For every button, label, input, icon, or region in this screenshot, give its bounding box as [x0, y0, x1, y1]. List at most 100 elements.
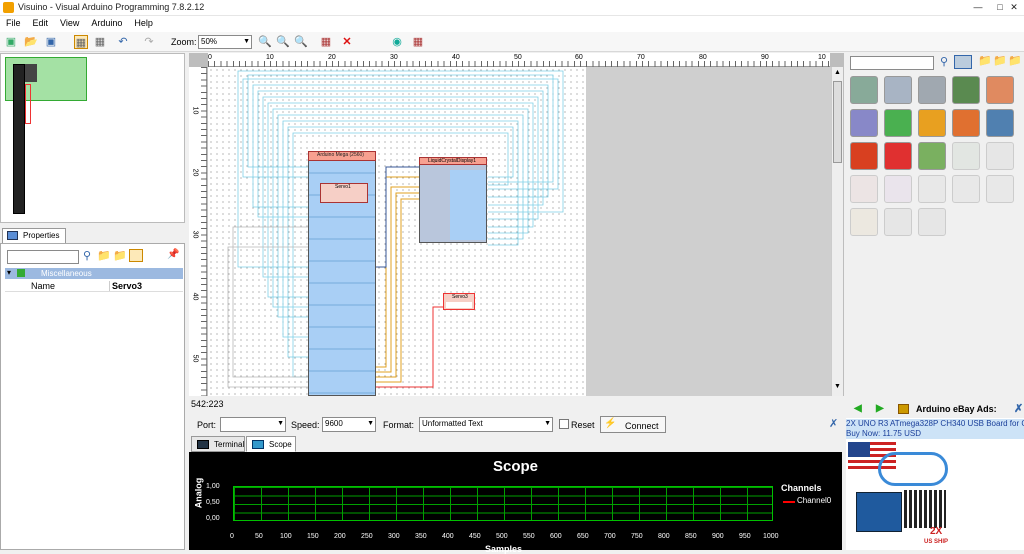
close-ads-icon[interactable]: ✗: [1014, 402, 1023, 415]
tab-scope[interactable]: Scope: [246, 436, 296, 452]
group-expand-icon[interactable]: ▾: [7, 268, 11, 277]
arrow-right-icon[interactable]: ▶: [876, 403, 884, 414]
palette-robotics[interactable]: [884, 76, 912, 104]
palette-digital[interactable]: [884, 142, 912, 170]
lcd-component[interactable]: LiquidCrystalDisplay1: [419, 157, 487, 243]
folder-add-icon[interactable]: 📁: [113, 249, 127, 262]
speed-select[interactable]: 9600 ▼: [322, 417, 376, 432]
open-file-icon[interactable]: 📂: [24, 35, 38, 49]
property-row[interactable]: Name Servo3: [5, 280, 183, 292]
minimize-button[interactable]: —: [966, 0, 990, 15]
format-select[interactable]: Unformatted Text ▼: [419, 417, 553, 432]
port-label: Port:: [197, 420, 217, 430]
close-panel-icon[interactable]: ✗: [829, 417, 838, 430]
menu-file[interactable]: File: [0, 16, 27, 30]
folder-icon[interactable]: 📁: [97, 249, 111, 262]
scope-x-tick: 100: [280, 533, 292, 540]
zoom-in-icon[interactable]: 🔍: [258, 35, 272, 49]
palette-remote[interactable]: [952, 109, 980, 137]
sort-icon[interactable]: [129, 249, 143, 262]
grid-icon[interactable]: ▦: [93, 35, 107, 49]
reset-checkbox[interactable]: [559, 419, 569, 429]
palette-signal[interactable]: [850, 142, 878, 170]
palette-view-icon[interactable]: [954, 55, 972, 69]
channel0-label[interactable]: Channel0: [797, 496, 831, 505]
palette-search-input[interactable]: [850, 56, 934, 70]
palette-disabled-1: [952, 142, 980, 170]
ad-ship-label: US SHIP: [924, 539, 949, 545]
palette-keypad[interactable]: [918, 76, 946, 104]
folder-add-icon[interactable]: 📁: [993, 54, 1007, 67]
zoom-select[interactable]: 50% ▼: [198, 35, 252, 49]
group-label: Miscellaneous: [41, 269, 92, 278]
zoom-fit-icon[interactable]: 🔍: [294, 35, 308, 49]
folder-icon[interactable]: 📁: [978, 54, 992, 67]
component-icon[interactable]: ▦: [319, 35, 333, 49]
palette-math[interactable]: [918, 142, 946, 170]
arduino-title: Arduino Mega (2560): [317, 152, 364, 158]
board-icon[interactable]: ▦: [411, 35, 425, 49]
menu-view[interactable]: View: [54, 16, 85, 30]
folder-open-icon[interactable]: 📁: [1008, 54, 1022, 67]
reset-label: Reset: [571, 420, 595, 430]
pin-icon[interactable]: 📌: [167, 249, 179, 260]
delete-icon[interactable]: ✕: [340, 35, 354, 49]
design-sheet[interactable]: Arduino Mega (2560) Servo1 LiquidCrystal…: [208, 67, 586, 396]
scope-y-axis-label: Analog: [193, 477, 204, 509]
tab-properties[interactable]: Properties: [2, 228, 66, 243]
scope-plot[interactable]: [233, 486, 773, 521]
lcd-pins: [450, 170, 486, 240]
servo3-component[interactable]: Servo3: [443, 293, 475, 310]
ad-image[interactable]: 2X US SHIP: [848, 442, 954, 550]
close-button[interactable]: ✕: [1004, 0, 1024, 15]
layout-icon[interactable]: ▦: [74, 35, 88, 49]
palette-disabled-7: [986, 175, 1014, 203]
connect-button[interactable]: ⚡ Connect: [600, 416, 666, 433]
palette-disabled-10: [918, 208, 946, 236]
canvas-scrollbar[interactable]: ▲ ▼: [831, 67, 843, 396]
new-file-icon[interactable]: ▣: [4, 35, 18, 49]
palette-boards[interactable]: [952, 76, 980, 104]
port-select[interactable]: ▼: [220, 417, 286, 432]
palette-display[interactable]: [986, 109, 1014, 137]
property-group[interactable]: ▾ Miscellaneous: [5, 268, 183, 279]
filter-icon[interactable]: ⚲: [940, 55, 948, 68]
zoom-label: Zoom:: [171, 37, 197, 47]
properties-search-input[interactable]: [7, 250, 79, 264]
scroll-thumb[interactable]: [833, 81, 842, 163]
palette-motors[interactable]: [884, 109, 912, 137]
flag-canton: [848, 442, 870, 457]
property-value[interactable]: Servo3: [109, 281, 142, 291]
scope-x-tick: 0: [230, 533, 234, 540]
save-icon[interactable]: ▣: [44, 35, 58, 49]
tab-terminal[interactable]: Terminal: [191, 436, 245, 452]
scroll-down-icon[interactable]: ▼: [834, 383, 841, 390]
ad-price[interactable]: Buy Now: 11.75 USD: [846, 429, 1024, 439]
properties-panel: ⚲ 📁 📁 📌 ▾ Miscellaneous Name Servo3: [0, 243, 185, 550]
palette-text[interactable]: [986, 76, 1014, 104]
scope-x-tick: 500: [496, 533, 508, 540]
ebay-ad[interactable]: 2X UNO R3 ATmega328P CH340 USB Board for…: [846, 418, 1024, 550]
arduino-upload-icon[interactable]: ◉: [390, 35, 404, 49]
menu-edit[interactable]: Edit: [27, 16, 55, 30]
palette-timing[interactable]: [918, 109, 946, 137]
wires: [227, 70, 564, 388]
scope-x-axis-label: Samples: [485, 544, 523, 554]
palette-motion[interactable]: [850, 109, 878, 137]
scope-x-tick: 900: [712, 533, 724, 540]
ad-title[interactable]: 2X UNO R3 ATmega328P CH340 USB Board for…: [846, 419, 1024, 429]
servo1-component[interactable]: Servo1: [320, 183, 368, 203]
palette-tools[interactable]: ​: [850, 76, 878, 104]
scroll-up-icon[interactable]: ▲: [834, 69, 841, 76]
menu-help[interactable]: Help: [128, 16, 159, 30]
arrow-left-icon[interactable]: ◀: [854, 403, 862, 414]
scope-x-tick: 400: [442, 533, 454, 540]
zoom-out-icon[interactable]: 🔍: [276, 35, 290, 49]
menu-arduino[interactable]: Arduino: [85, 16, 128, 30]
redo-icon[interactable]: ↷: [142, 35, 156, 49]
overview-panel[interactable]: [0, 53, 185, 223]
filter-icon[interactable]: ⚲: [83, 249, 91, 262]
ruler-tick: 30: [390, 54, 398, 61]
scope-x-ticks: 0 50 100 150 200 250 300 350 400 450 500…: [227, 533, 787, 543]
undo-icon[interactable]: ↶: [116, 35, 130, 49]
